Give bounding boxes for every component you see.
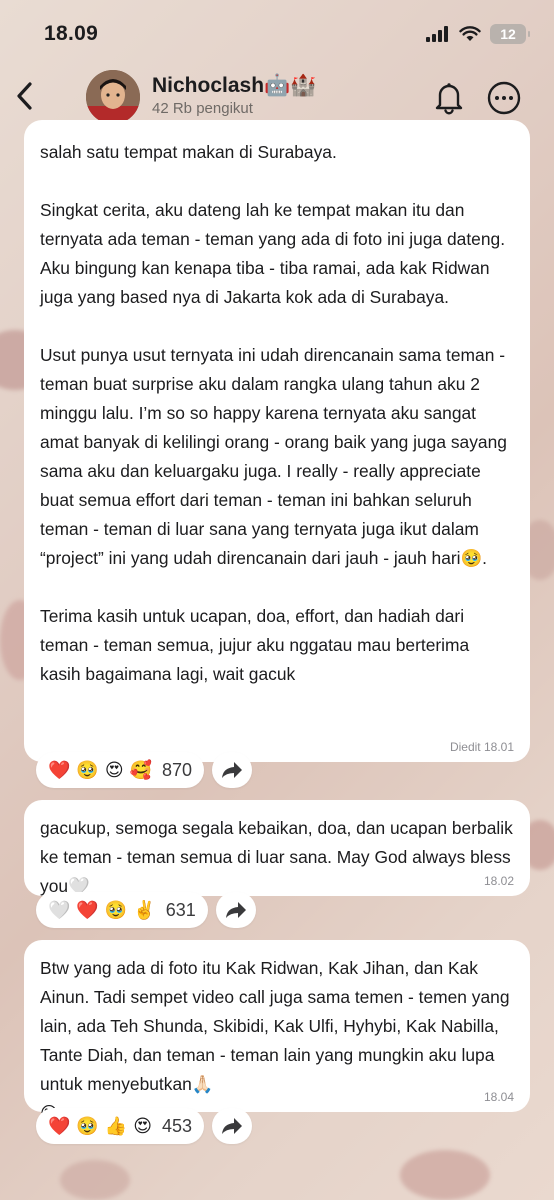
reaction-emoji: 🥹 <box>76 760 99 780</box>
signal-icon <box>426 26 448 42</box>
status-bar: 18.09 12 <box>0 0 554 64</box>
battery-icon: 12 <box>490 24 530 44</box>
reaction-emoji: 👍 <box>104 1116 128 1136</box>
reaction-row: ❤️ 🥹 😍 🥰 870 <box>36 750 253 790</box>
follower-count: 42 Rb pengikut <box>152 100 253 117</box>
reactions-pill[interactable]: 🤍 ❤️ 🥹 ✌️ 631 <box>36 892 208 928</box>
wifi-icon <box>459 26 481 41</box>
forward-button[interactable] <box>215 892 256 928</box>
avatar[interactable] <box>86 70 140 124</box>
reaction-emoji: 🥹 <box>104 900 128 920</box>
channel-header: Nichoclash🤖🏰 42 Rb pengikut <box>0 64 554 128</box>
bell-icon <box>435 83 463 115</box>
battery-level: 12 <box>500 26 516 42</box>
reaction-row: ❤️ 🥹 👍 😍 453 <box>36 1106 253 1146</box>
avatar-image <box>86 70 140 124</box>
reaction-emoji: ✌️ <box>133 900 156 920</box>
chevron-left-icon <box>17 82 32 110</box>
background-blob <box>60 1160 130 1200</box>
channel-message[interactable]: salah satu tempat makan di Surabaya. Sin… <box>24 120 530 762</box>
forward-icon <box>222 1118 243 1134</box>
reaction-emoji: ❤️ <box>48 1116 71 1136</box>
notification-button[interactable] <box>430 78 468 116</box>
message-timestamp: 18.02 <box>483 874 514 888</box>
channel-message[interactable]: gacukup, semoga segala kebaikan, doa, da… <box>24 800 530 896</box>
reaction-count: 631 <box>165 899 196 920</box>
message-text: Btw yang ada di foto itu Kak Ridwan, Kak… <box>40 958 510 1123</box>
message-text: salah satu tempat makan di Surabaya. Sin… <box>40 142 507 684</box>
reaction-emoji: 🤍 <box>48 900 71 920</box>
forward-button[interactable] <box>212 752 253 788</box>
reaction-emoji: 😍 <box>133 1116 153 1136</box>
forward-icon <box>222 762 243 778</box>
forward-icon <box>225 902 246 918</box>
channel-message[interactable]: Btw yang ada di foto itu Kak Ridwan, Kak… <box>24 940 530 1123</box>
back-button[interactable] <box>8 76 40 116</box>
reactions-pill[interactable]: ❤️ 🥹 😍 🥰 870 <box>36 752 205 788</box>
reactions-pill[interactable]: ❤️ 🥹 👍 😍 453 <box>36 1108 205 1144</box>
background-blob <box>400 1150 490 1200</box>
reaction-emoji: 🥰 <box>129 760 153 780</box>
reaction-emoji: ❤️ <box>48 760 71 780</box>
reaction-emoji: 🥹 <box>76 1116 99 1136</box>
status-icons: 12 <box>426 24 530 44</box>
more-options-button[interactable] <box>484 78 524 118</box>
reaction-emoji: ❤️ <box>76 900 99 920</box>
reaction-emoji: 😍 <box>104 760 124 780</box>
message-timestamp: Diedit 18.01 <box>449 740 514 754</box>
message-timestamp: 18.04 <box>483 1090 514 1104</box>
reaction-count: 453 <box>162 1115 193 1136</box>
message-text: gacukup, semoga segala kebaikan, doa, da… <box>40 818 518 896</box>
channel-name[interactable]: Nichoclash🤖🏰 <box>152 74 316 98</box>
forward-button[interactable] <box>212 1108 253 1144</box>
more-icon <box>487 81 521 115</box>
reaction-row: 🤍 ❤️ 🥹 ✌️ 631 <box>36 890 256 930</box>
status-time: 18.09 <box>44 22 99 45</box>
reaction-count: 870 <box>162 759 193 780</box>
